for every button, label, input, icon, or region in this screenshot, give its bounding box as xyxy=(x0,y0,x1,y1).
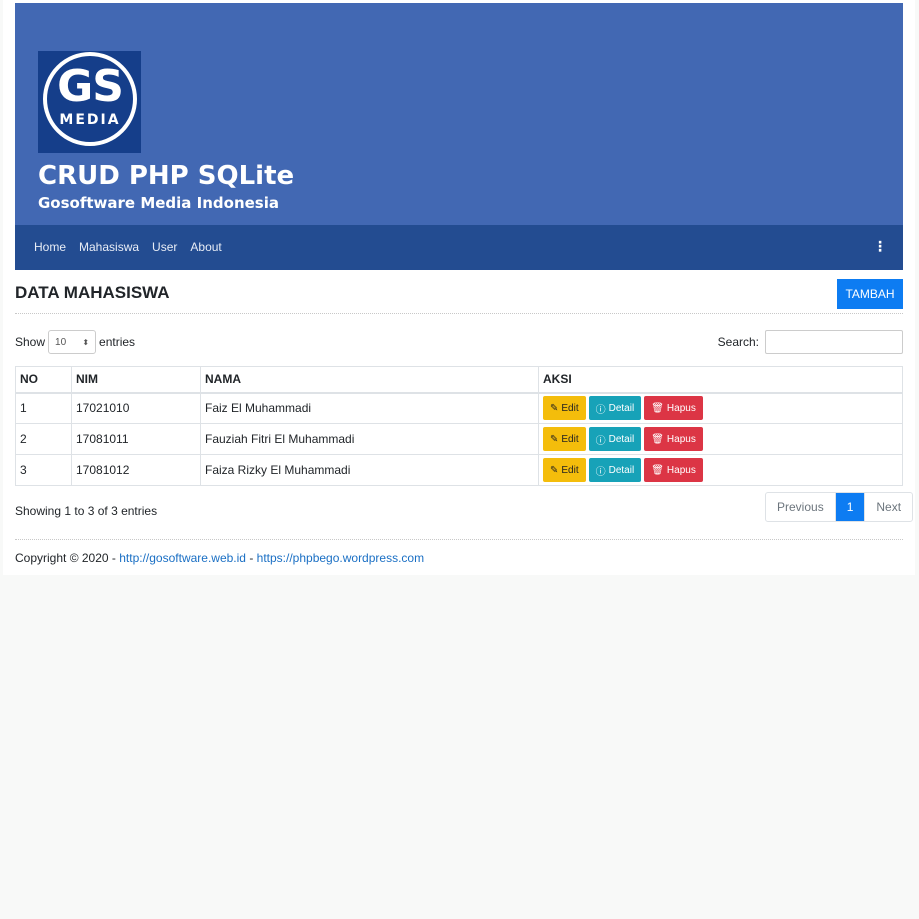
cell-nama: Faiz El Muhammadi xyxy=(200,392,539,424)
detail-button[interactable]: ⓘ Detail xyxy=(588,396,642,421)
edit-button[interactable]: ✎ Edit xyxy=(543,458,586,482)
delete-button[interactable]: 🗑 Hapus xyxy=(644,396,703,421)
copyright-text: Copyright © 2020 - xyxy=(15,551,120,565)
cell-aksi: ✎ Edit ⓘ Detail 🗑 Hapus xyxy=(538,423,903,455)
next-page-button[interactable]: Next xyxy=(865,493,912,521)
logo-subtext: MEDIA xyxy=(59,112,121,128)
info-icon: ⓘ xyxy=(595,466,606,478)
nav-mahasiswa[interactable]: Mahasiswa xyxy=(79,240,139,254)
edit-button[interactable]: ✎ Edit xyxy=(543,396,586,421)
nav-home[interactable]: Home xyxy=(34,240,66,254)
pagination-info: Showing 1 to 3 of 3 entries xyxy=(15,504,158,518)
site-header: GS MEDIA CRUD PHP SQLite Gosoftware Medi… xyxy=(15,3,903,225)
select-arrows-icon: ⬍ xyxy=(82,337,90,347)
detail-button[interactable]: ⓘ Detail xyxy=(588,427,642,451)
logo-text: GS xyxy=(57,61,124,112)
delete-label: Hapus xyxy=(666,464,696,476)
table-row: 1 17021010 Faiz El Muhammadi ✎ Edit ⓘ Deta… xyxy=(15,392,903,424)
cell-no: 1 xyxy=(15,392,72,424)
row-actions: ✎ Edit ⓘ Detail 🗑 Hapus xyxy=(543,396,898,421)
detail-label: Detail xyxy=(608,402,635,414)
edit-label: Edit xyxy=(561,433,579,445)
mahasiswa-table: NO NIM NAMA AKSI 1 17021010 Faiz El Muha… xyxy=(15,366,903,486)
delete-label: Hapus xyxy=(666,402,696,414)
nav-links: Home Mahasiswa User About xyxy=(34,240,222,254)
table-row: 3 17081012 Faiza Rizky El Muhammadi ✎ Edi… xyxy=(15,454,903,486)
delete-button[interactable]: 🗑 Hapus xyxy=(644,427,703,451)
more-vertical-icon[interactable]: ⋮ xyxy=(873,238,887,255)
col-aksi[interactable]: AKSI xyxy=(538,366,903,394)
table-row: 2 17081011 Fauziah Fitri El Muhammadi ✎ E… xyxy=(15,423,903,455)
col-nim[interactable]: NIM xyxy=(71,366,201,394)
delete-label: Hapus xyxy=(666,433,696,445)
entries-value: 10 xyxy=(55,336,67,348)
divider xyxy=(15,313,903,314)
page-title: DATA MAHASISWA xyxy=(15,283,170,302)
edit-label: Edit xyxy=(561,402,579,414)
cell-nama: Faiza Rizky El Muhammadi xyxy=(200,454,539,486)
footer-link-phpbego[interactable]: https://phpbego.wordpress.com xyxy=(257,551,424,565)
footer-separator: - xyxy=(245,551,257,565)
cell-nim: 17081011 xyxy=(71,423,201,455)
col-nama[interactable]: NAMA xyxy=(200,366,539,394)
edit-button[interactable]: ✎ Edit xyxy=(543,427,586,451)
cell-nim: 17081012 xyxy=(71,454,201,486)
entries-label: entries xyxy=(99,335,136,349)
page-1-button[interactable]: 1 xyxy=(835,493,866,521)
detail-label: Detail xyxy=(608,464,635,476)
cell-no: 3 xyxy=(15,454,72,486)
logo-circle: GS MEDIA xyxy=(43,52,137,146)
add-button[interactable]: TAMBAH xyxy=(837,279,903,309)
detail-label: Detail xyxy=(608,433,635,445)
site-subtitle: Gosoftware Media Indonesia xyxy=(38,194,279,212)
trash-icon: 🗑 xyxy=(651,433,664,445)
search-control: Search: xyxy=(718,330,903,354)
footer-link-gosoftware[interactable]: http://gosoftware.web.id xyxy=(119,551,246,565)
cell-aksi: ✎ Edit ⓘ Detail 🗑 Hapus xyxy=(538,392,903,424)
col-no[interactable]: NO xyxy=(15,366,72,394)
delete-button[interactable]: 🗑 Hapus xyxy=(644,458,703,482)
page-container: GS MEDIA CRUD PHP SQLite Gosoftware Medi… xyxy=(3,0,915,575)
cell-no: 2 xyxy=(15,423,72,455)
footer: Copyright © 2020 - http://gosoftware.web… xyxy=(15,551,424,565)
entries-select[interactable]: 10 ⬍ xyxy=(48,330,97,354)
divider xyxy=(15,539,903,540)
search-label: Search: xyxy=(717,335,759,349)
previous-page-button[interactable]: Previous xyxy=(766,493,836,521)
show-label: Show xyxy=(15,335,46,349)
row-actions: ✎ Edit ⓘ Detail 🗑 Hapus xyxy=(543,458,898,482)
trash-icon: 🗑 xyxy=(651,464,664,476)
cell-nim: 17021010 xyxy=(71,392,201,424)
table-header-row: NO NIM NAMA AKSI xyxy=(15,366,903,394)
info-icon: ⓘ xyxy=(595,404,606,416)
entries-control: Show 10 ⬍ entries xyxy=(15,330,135,354)
site-title: CRUD PHP SQLite xyxy=(38,161,295,191)
detail-button[interactable]: ⓘ Detail xyxy=(588,458,642,482)
navbar: Home Mahasiswa User About ⋮ xyxy=(15,225,903,270)
cell-aksi: ✎ Edit ⓘ Detail 🗑 Hapus xyxy=(538,454,903,486)
pagination: Previous 1 Next xyxy=(765,492,914,522)
edit-icon: ✎ xyxy=(550,464,559,476)
nav-user[interactable]: User xyxy=(152,240,177,254)
edit-icon: ✎ xyxy=(550,433,559,445)
trash-icon: 🗑 xyxy=(651,402,664,414)
cell-nama: Fauziah Fitri El Muhammadi xyxy=(200,423,539,455)
nav-about[interactable]: About xyxy=(190,240,221,254)
edit-icon: ✎ xyxy=(550,402,559,414)
search-input[interactable] xyxy=(765,330,903,354)
row-actions: ✎ Edit ⓘ Detail 🗑 Hapus xyxy=(543,427,898,451)
info-icon: ⓘ xyxy=(595,435,606,447)
edit-label: Edit xyxy=(561,464,579,476)
gs-media-logo: GS MEDIA xyxy=(38,51,141,153)
